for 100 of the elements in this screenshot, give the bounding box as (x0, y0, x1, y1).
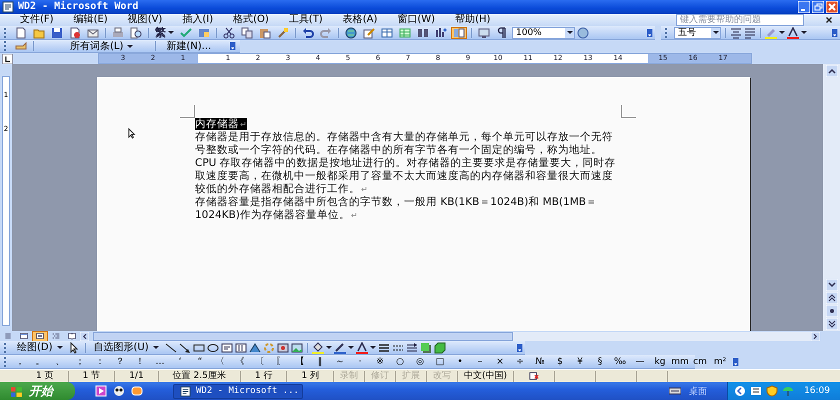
oval-icon[interactable] (206, 342, 219, 354)
symbol-button[interactable]: mm (671, 356, 689, 368)
symbol-button[interactable]: № (531, 356, 549, 368)
menu-item[interactable]: 文件(F) (10, 14, 64, 26)
align-center-icon[interactable] (730, 26, 742, 38)
font-color-icon[interactable] (787, 26, 799, 38)
symbol-button[interactable]: ， (11, 356, 29, 368)
caret-icon[interactable] (326, 346, 332, 349)
caret-icon[interactable] (370, 346, 376, 349)
toolbar-button[interactable] (128, 26, 144, 38)
line-icon[interactable] (164, 342, 177, 354)
symbol-button[interactable]: ÷ (511, 356, 529, 368)
caret-icon[interactable] (168, 31, 174, 34)
traditional-chinese-button[interactable]: 繁 (153, 26, 176, 38)
toolbar-options-icon[interactable] (230, 40, 238, 52)
toolbar-button[interactable] (239, 26, 255, 38)
symbol-button[interactable]: ～ (331, 356, 349, 368)
symbol-button[interactable]: ¥ (571, 356, 589, 368)
paint-bucket-icon[interactable] (312, 342, 324, 354)
draw-menu-button[interactable]: 绘图(D) (13, 342, 67, 353)
text-box-icon[interactable] (220, 342, 233, 354)
rectangle-icon[interactable] (192, 342, 205, 354)
symbol-button[interactable]: “ (191, 356, 209, 368)
scroll-left-icon[interactable] (80, 332, 89, 340)
keyboard-icon[interactable] (669, 385, 682, 397)
symbol-button[interactable]: ？ (111, 356, 129, 368)
chat-bubble-icon[interactable] (131, 385, 143, 397)
scroll-right-icon[interactable] (811, 332, 820, 340)
toolbar-button[interactable] (451, 26, 467, 38)
toolbar-button[interactable] (379, 26, 395, 38)
symbol-button[interactable]: 《 (231, 356, 249, 368)
toolbar-button[interactable] (415, 26, 431, 38)
menu-item[interactable]: 编辑(E) (64, 14, 118, 26)
caret-icon[interactable] (348, 346, 354, 349)
restore-icon[interactable] (812, 1, 824, 13)
symbol-button[interactable]: · (351, 356, 369, 368)
symbol-button[interactable]: ◎ (411, 356, 429, 368)
tab-stop-icon[interactable] (2, 54, 13, 64)
spelling-book-icon[interactable] (528, 371, 540, 381)
umbrella-icon[interactable] (782, 385, 794, 397)
symbol-button[interactable]: § (591, 356, 609, 368)
toolbar-options-icon[interactable] (733, 356, 741, 368)
symbol-button[interactable]: ： (91, 356, 109, 368)
pen-icon[interactable] (334, 342, 346, 354)
menu-item[interactable]: 视图(V) (118, 14, 172, 26)
toolbar-button[interactable] (343, 26, 359, 38)
toolbar-button[interactable] (221, 26, 237, 38)
collapse-tray-icon[interactable] (734, 385, 746, 397)
font-size-dropdown[interactable]: 五号 (674, 26, 721, 38)
arrow-icon[interactable] (178, 342, 191, 354)
scroll-down-icon[interactable] (826, 279, 838, 291)
menu-item[interactable]: 插入(I) (172, 14, 224, 26)
menu-item[interactable]: 窗口(W) (387, 14, 446, 26)
new-entry-button[interactable]: 新建(N)... (162, 40, 216, 52)
pointer-icon[interactable] (68, 342, 81, 354)
caret-icon[interactable] (127, 44, 134, 48)
symbol-button[interactable]: 、 (51, 356, 69, 368)
symbol-button[interactable]: 〖 (271, 356, 289, 368)
symbol-button[interactable]: 【 (291, 356, 309, 368)
font-color-icon[interactable] (356, 342, 368, 354)
vertical-scrollbar[interactable] (823, 64, 840, 331)
autoshapes-menu-button[interactable]: 自选图形(U) (90, 342, 163, 353)
symbol-button[interactable]: $ (551, 356, 569, 368)
arrow-style-icon[interactable] (406, 342, 418, 354)
symbol-button[interactable]: ； (71, 356, 89, 368)
next-page-icon[interactable] (826, 318, 838, 330)
zoom-dropdown[interactable]: 100% (512, 26, 575, 38)
symbol-button[interactable]: 。 (31, 356, 49, 368)
caret-icon[interactable] (801, 31, 807, 34)
symbol-button[interactable]: ※ (371, 356, 389, 368)
menu-item[interactable]: 帮助(H) (445, 14, 500, 26)
align-justify-icon[interactable] (744, 26, 756, 38)
symbol-button[interactable]: ○ (391, 356, 409, 368)
symbol-button[interactable]: □ (431, 356, 449, 368)
browse-object-icon[interactable] (826, 305, 838, 317)
symbol-button[interactable]: ‘ (171, 356, 189, 368)
toolbar-button[interactable] (361, 26, 377, 38)
toolbar-options-icon[interactable] (647, 26, 655, 38)
toolbar-button[interactable] (476, 26, 492, 38)
media-player-icon[interactable] (95, 385, 107, 397)
input-method-icon[interactable] (750, 385, 762, 397)
minimize-icon[interactable] (798, 1, 810, 13)
vertical-text-box-icon[interactable] (234, 342, 247, 354)
start-button[interactable]: 开始 (0, 382, 75, 400)
help-icon[interactable] (577, 26, 589, 38)
all-entries-button[interactable]: 所有词条(L) (40, 40, 138, 52)
clip-art-icon[interactable] (276, 342, 289, 354)
symbol-button[interactable]: — (631, 356, 649, 368)
toolbar-options-icon[interactable] (517, 342, 525, 354)
symbol-button[interactable]: 〔 (251, 356, 269, 368)
previous-page-icon[interactable] (826, 292, 838, 304)
view-button[interactable] (32, 330, 48, 342)
line-style-icon[interactable] (378, 342, 390, 354)
wordart-icon[interactable] (248, 342, 261, 354)
symbol-button[interactable]: 〈 (211, 356, 229, 368)
toolbar-button[interactable] (433, 26, 449, 38)
symbol-button[interactable]: × (491, 356, 509, 368)
picture-icon[interactable] (290, 342, 303, 354)
caret-icon[interactable] (712, 31, 718, 34)
caret-icon[interactable] (152, 346, 159, 349)
